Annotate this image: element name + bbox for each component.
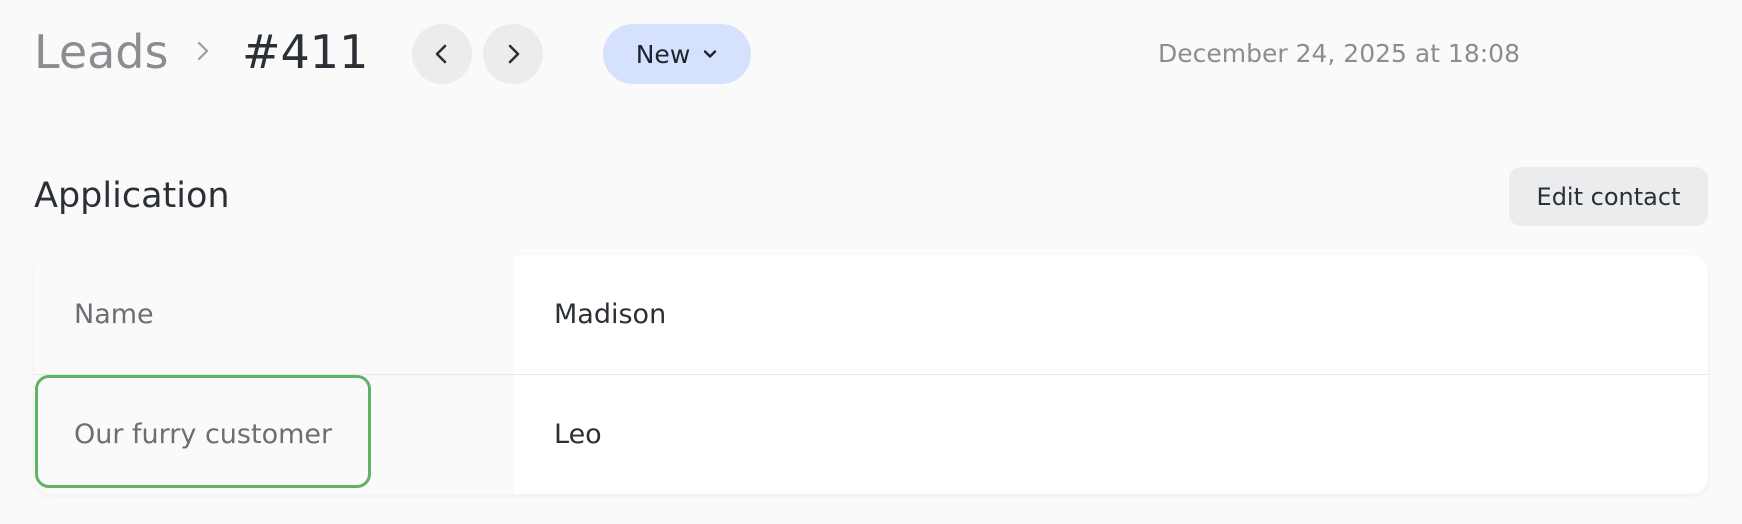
status-dropdown[interactable]: New	[603, 24, 751, 84]
chevron-right-icon	[508, 44, 520, 64]
status-label: New	[635, 39, 691, 69]
edit-contact-button[interactable]: Edit contact	[1509, 167, 1708, 226]
page-title: #411	[242, 25, 369, 79]
field-label: Name	[74, 299, 154, 330]
field-label: Our furry customer	[74, 419, 333, 450]
timestamp: December 24, 2025 at 18:08	[1158, 39, 1520, 68]
field-label-cell: Name	[34, 255, 514, 374]
breadcrumb-leads[interactable]: Leads	[34, 22, 168, 82]
field-value: Leo	[554, 419, 602, 450]
field-value: Madison	[554, 299, 667, 330]
chevron-down-icon	[704, 50, 717, 58]
next-record-button[interactable]	[483, 24, 543, 84]
page-header: Leads #411 New December 24, 2025 at 18:0…	[0, 0, 1742, 110]
highlighted-field-label[interactable]: Our furry customer	[35, 375, 371, 488]
chevron-right-icon	[197, 41, 209, 61]
table-row: Name Madison	[34, 255, 1708, 374]
application-card: Name Madison Our furry customer Leo	[34, 255, 1708, 494]
previous-record-button[interactable]	[412, 24, 472, 84]
section-title: Application	[34, 176, 230, 216]
table-row: Our furry customer Leo	[34, 375, 1708, 494]
chevron-left-icon	[435, 44, 447, 64]
